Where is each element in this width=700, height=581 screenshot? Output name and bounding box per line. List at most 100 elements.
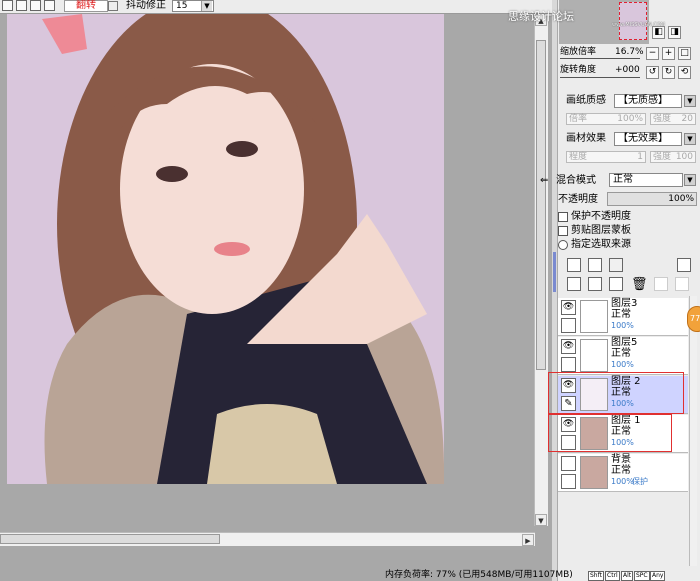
shirt-print: [207, 404, 337, 484]
layer-row[interactable]: 👁 图层3 正常 100%: [558, 298, 688, 336]
rotate-slider[interactable]: [560, 77, 640, 78]
effect-degree-field[interactable]: 程度 1: [566, 151, 646, 163]
tool-icon-1[interactable]: [2, 0, 13, 11]
texture-strength-label: 强度: [653, 114, 672, 124]
zoom-reset-icon[interactable]: □: [678, 47, 691, 60]
zoom-in-icon[interactable]: +: [662, 47, 675, 60]
horizontal-scroll-thumb[interactable]: [0, 534, 220, 544]
effect-strength-value: 100: [675, 152, 693, 162]
opacity-value: 100%: [668, 194, 694, 204]
protect-opacity-label: 保护不透明度: [571, 211, 631, 222]
selection-source-radio[interactable]: [558, 240, 568, 250]
texture-scale-field[interactable]: 倍率 100%: [566, 113, 646, 125]
left-eye: [156, 166, 188, 182]
texture-strength-value: 20: [681, 114, 693, 124]
tool-icon-3[interactable]: [30, 0, 41, 11]
layer-opacity: 100%: [611, 477, 634, 486]
canvas[interactable]: [7, 14, 444, 484]
trash-icon[interactable]: 🗑: [631, 277, 648, 292]
lock-icon[interactable]: [561, 474, 576, 489]
alt-key[interactable]: Alt: [621, 571, 634, 581]
layer-opacity: 100%: [611, 321, 634, 330]
layer-scrollbar[interactable]: [689, 296, 697, 566]
side-badge[interactable]: 77: [687, 306, 700, 332]
panel-resize-handle[interactable]: [553, 252, 556, 292]
effect-degree-label: 程度: [569, 152, 588, 162]
paper-effect-select[interactable]: 【无效果】: [614, 132, 682, 146]
layer-row[interactable]: 背景 正常 100% 保护: [558, 454, 688, 492]
highlight-box: [548, 414, 672, 452]
zoom-label: 缩放倍率: [560, 47, 597, 57]
layer-thumbnail: [580, 339, 608, 372]
zoom-value[interactable]: 16.7%: [615, 47, 644, 58]
lock-icon[interactable]: [561, 318, 576, 333]
layer-mode: 正常: [611, 309, 631, 320]
new-vector-layer-icon[interactable]: [588, 258, 602, 272]
copy-layer-icon[interactable]: [567, 277, 581, 291]
paper-texture-label: 画纸质感: [566, 95, 606, 106]
shift-key[interactable]: Shft: [588, 571, 604, 581]
paper-texture-select[interactable]: 【无质感】: [614, 94, 682, 108]
chevron-down-icon[interactable]: ▼: [684, 174, 696, 186]
space-key[interactable]: SPC: [634, 571, 650, 581]
layer-thumbnail: [580, 300, 608, 333]
layer-name: 图层3: [611, 298, 638, 309]
blend-mode-select[interactable]: 正常: [609, 173, 683, 187]
layer-protect: 保护: [632, 477, 648, 486]
opacity-label: 不透明度: [558, 194, 598, 205]
right-eye: [226, 141, 258, 157]
vertical-scroll-thumb[interactable]: [536, 40, 546, 370]
clear-layer-icon[interactable]: [609, 277, 623, 291]
flip-button[interactable]: 翻转: [64, 0, 108, 12]
navigator-icon-2[interactable]: ◨: [668, 26, 681, 39]
zoom-out-icon[interactable]: −: [646, 47, 659, 60]
scroll-right-icon[interactable]: ▶: [522, 534, 534, 546]
lips: [214, 242, 250, 256]
rotate-reset-icon[interactable]: ⟲: [678, 66, 691, 79]
navigator-icon[interactable]: ◧: [652, 26, 665, 39]
chevron-down-icon[interactable]: ▼: [684, 133, 696, 145]
layer-settings-icon[interactable]: [677, 258, 691, 272]
tool-icon-2[interactable]: [16, 0, 27, 11]
layer-up-icon[interactable]: [654, 277, 668, 291]
effect-strength-label: 强度: [653, 152, 672, 162]
effect-strength-field[interactable]: 强度 100: [650, 151, 696, 163]
opacity-slider[interactable]: 100%: [607, 192, 697, 206]
lock-icon[interactable]: [561, 357, 576, 372]
chevron-down-icon[interactable]: ▼: [201, 1, 212, 11]
rotate-left-icon[interactable]: ↺: [646, 66, 659, 79]
new-layer-icon[interactable]: [567, 258, 581, 272]
stabilizer-icon: [108, 1, 118, 11]
effect-degree-value: 1: [637, 152, 643, 162]
rotate-right-icon[interactable]: ↻: [662, 66, 675, 79]
rotate-value[interactable]: +000: [615, 65, 640, 76]
layer-row[interactable]: 👁 图层5 正常 100%: [558, 337, 688, 375]
protect-opacity-checkbox[interactable]: [558, 212, 568, 222]
watermark-text: 思缘设计论坛: [508, 10, 574, 23]
layer-mode: 正常: [611, 348, 631, 359]
eye-icon[interactable]: 👁: [561, 300, 576, 315]
any-key[interactable]: Any: [650, 571, 666, 581]
eye-icon[interactable]: 👁: [561, 339, 576, 354]
navigator-thumbnail[interactable]: [619, 2, 647, 40]
scroll-down-icon[interactable]: ▼: [535, 514, 547, 526]
visibility-toggle[interactable]: [561, 456, 576, 471]
merge-down-icon[interactable]: [588, 277, 602, 291]
layer-mode: 正常: [611, 465, 631, 476]
clip-mask-checkbox[interactable]: [558, 226, 568, 236]
top-toolbar: 翻转 抖动修正 15 ▼: [0, 0, 555, 14]
tool-icon-4[interactable]: [44, 0, 55, 11]
rotate-label: 旋转角度: [560, 65, 597, 75]
zoom-slider[interactable]: [560, 58, 640, 59]
chevron-down-icon[interactable]: ▼: [684, 95, 696, 107]
bow-shape: [42, 14, 87, 54]
clip-mask-label: 剪贴图层蒙板: [571, 225, 631, 236]
blend-mode-label: 混合模式: [556, 175, 596, 186]
layer-down-icon[interactable]: [675, 277, 689, 291]
ctrl-key[interactable]: Ctrl: [605, 571, 620, 581]
selection-source-label: 指定选取来源: [571, 239, 631, 250]
app-window: 翻转 抖动修正 15 ▼ ▲ ▼ ▶ 思缘设计论坛 www.MISSVUAN.C…: [0, 0, 700, 581]
highlight-box: [548, 372, 684, 414]
new-folder-icon[interactable]: [609, 258, 623, 272]
texture-strength-field[interactable]: 强度 20: [650, 113, 696, 125]
